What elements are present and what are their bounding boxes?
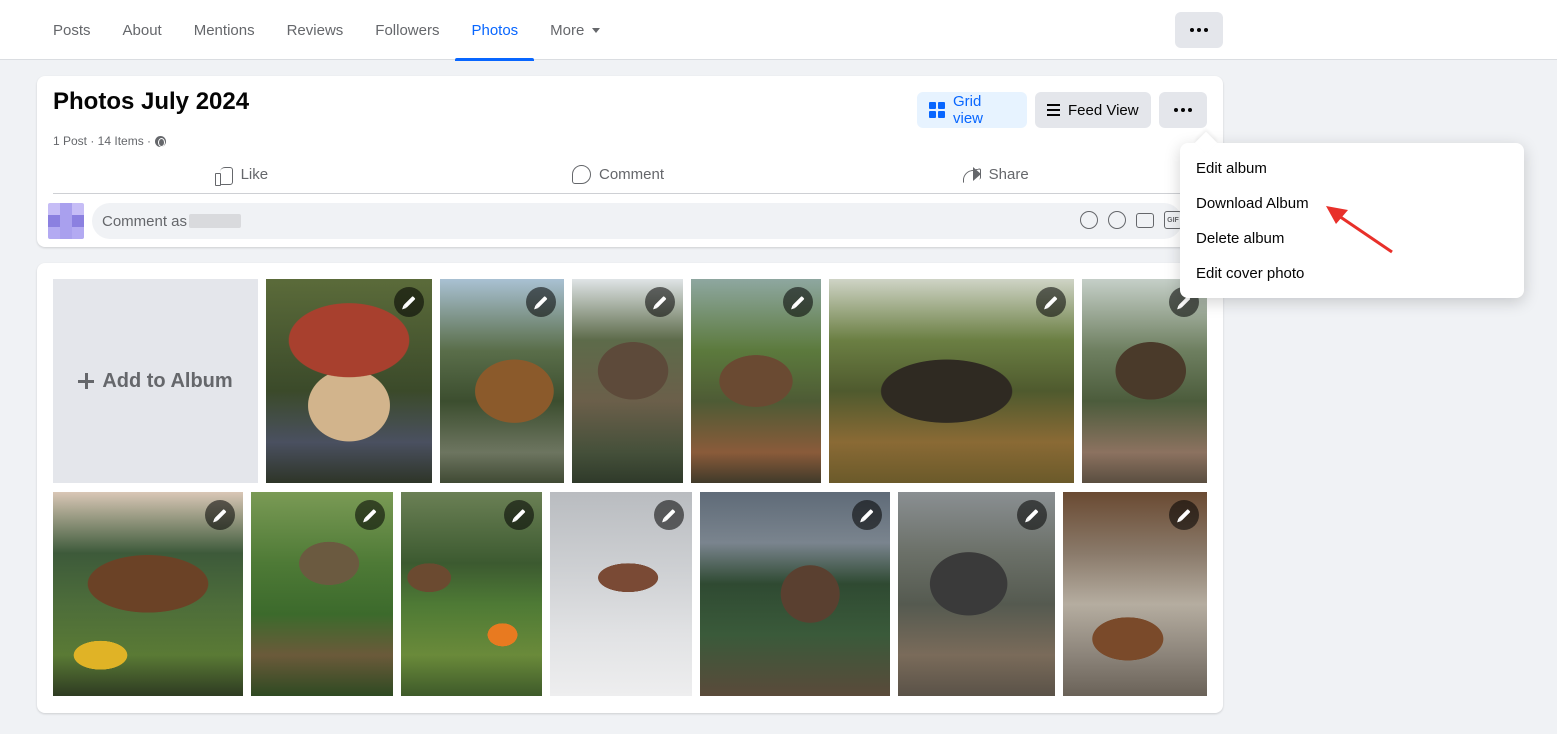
pencil-icon: [534, 295, 548, 309]
photo-snow-cabin[interactable]: [550, 492, 692, 696]
feed-view-label: Feed View: [1068, 101, 1139, 119]
pencil-icon: [213, 508, 227, 522]
comment-button[interactable]: Comment: [430, 156, 807, 193]
comment-bubble-icon: [571, 165, 591, 184]
grid-icon: [929, 102, 945, 118]
globe-icon: [155, 135, 167, 147]
caret-down-icon: [592, 27, 601, 33]
photo-lakeside-cabin[interactable]: [898, 492, 1055, 696]
photo-misty-cabin[interactable]: [1082, 279, 1207, 483]
edit-photo-button[interactable]: [1017, 500, 1047, 530]
pencil-icon: [653, 295, 667, 309]
pencil-icon: [791, 295, 805, 309]
photo-trail-cabin[interactable]: [251, 492, 393, 696]
add-to-album-label: Add to Album: [102, 369, 233, 392]
comment-placeholder: Comment as: [102, 212, 188, 230]
edit-photo-button[interactable]: [1036, 287, 1066, 317]
album-header-card: Photos July 2024 1 Post · 14 Items · Gri…: [37, 76, 1223, 247]
photo-mushroom-house[interactable]: [266, 279, 432, 483]
like-label: Like: [240, 166, 269, 183]
list-icon: [1047, 104, 1060, 116]
tab-followers[interactable]: Followers: [359, 0, 455, 60]
comment-label: Comment: [598, 166, 665, 183]
edit-photo-button[interactable]: [355, 500, 385, 530]
tab-about[interactable]: About: [107, 0, 178, 60]
tab-more-label: More: [550, 21, 585, 39]
tab-photos[interactable]: Photos: [455, 0, 534, 61]
more-dots-icon: [1174, 108, 1192, 112]
plus-icon: [78, 373, 95, 389]
photo-lit-log-cabin[interactable]: [53, 492, 243, 696]
pencil-icon: [402, 295, 416, 309]
redacted-username: [189, 214, 242, 228]
post-actions-bar: Like Comment Share: [53, 156, 1183, 194]
tab-more[interactable]: More: [534, 0, 616, 60]
share-arrow-icon: [961, 166, 981, 183]
menu-item-edit-album[interactable]: Edit album: [1180, 151, 1524, 186]
photo-stone-roof-cabin[interactable]: [572, 279, 683, 483]
more-dots-icon: [1190, 28, 1208, 32]
add-to-album-button[interactable]: Add to Album: [53, 279, 258, 483]
photo-campfire-cabin[interactable]: [401, 492, 542, 696]
pencil-icon: [1025, 508, 1039, 522]
edit-photo-button[interactable]: [783, 287, 813, 317]
album-meta-text: 1 Post · 14 Items ·: [53, 134, 152, 148]
edit-photo-button[interactable]: [852, 500, 882, 530]
pencil-icon: [512, 508, 526, 522]
annotation-arrow-icon: [1326, 206, 1393, 254]
album-title: Photos July 2024: [53, 88, 250, 115]
edit-photo-button[interactable]: [526, 287, 556, 317]
pencil-icon: [860, 508, 874, 522]
page-tab-bar: Posts About Mentions Reviews Followers P…: [0, 0, 1557, 61]
feed-view-button[interactable]: Feed View: [1035, 92, 1151, 128]
edit-photo-button[interactable]: [504, 500, 534, 530]
photo-rustic-bathroom[interactable]: [1063, 492, 1207, 696]
edit-photo-button[interactable]: [394, 287, 424, 317]
edit-photo-button[interactable]: [1169, 500, 1199, 530]
menu-item-edit-cover-photo[interactable]: Edit cover photo: [1180, 256, 1524, 291]
album-meta: 1 Post · 14 Items ·: [53, 134, 167, 148]
pencil-icon: [662, 508, 676, 522]
grid-view-label: Grid view: [953, 93, 984, 127]
pencil-icon: [1044, 295, 1058, 309]
avatar-sticker-icon[interactable]: [1080, 211, 1098, 229]
edit-photo-button[interactable]: [645, 287, 675, 317]
emoji-icon[interactable]: [1108, 211, 1126, 229]
pencil-icon: [363, 508, 377, 522]
grid-view-button[interactable]: Grid view: [917, 92, 1027, 128]
avatar[interactable]: [48, 203, 84, 239]
comment-input[interactable]: Comment as GIF: [92, 203, 1182, 239]
share-button[interactable]: Share: [806, 156, 1183, 193]
photo-grid-card: Add to Album: [37, 263, 1223, 713]
pencil-icon: [1177, 508, 1191, 522]
page-more-button[interactable]: [1175, 12, 1223, 48]
camera-icon[interactable]: [1136, 213, 1154, 228]
photo-mountain-cabin[interactable]: [691, 279, 821, 483]
tab-posts[interactable]: Posts: [37, 0, 107, 60]
tab-mentions[interactable]: Mentions: [178, 0, 271, 60]
edit-photo-button[interactable]: [654, 500, 684, 530]
edit-photo-button[interactable]: [205, 500, 235, 530]
photo-forest-cabin[interactable]: [440, 279, 564, 483]
like-button[interactable]: Like: [53, 156, 430, 193]
share-label: Share: [988, 166, 1029, 183]
photo-porch-cabin[interactable]: [829, 279, 1074, 483]
comment-tools: GIF: [1080, 211, 1182, 229]
album-more-button[interactable]: [1159, 92, 1207, 128]
tab-list: Posts About Mentions Reviews Followers P…: [37, 0, 616, 61]
photo-cliff-cabin[interactable]: [700, 492, 890, 696]
thumbs-up-icon: [214, 166, 233, 186]
tab-reviews[interactable]: Reviews: [271, 0, 360, 60]
